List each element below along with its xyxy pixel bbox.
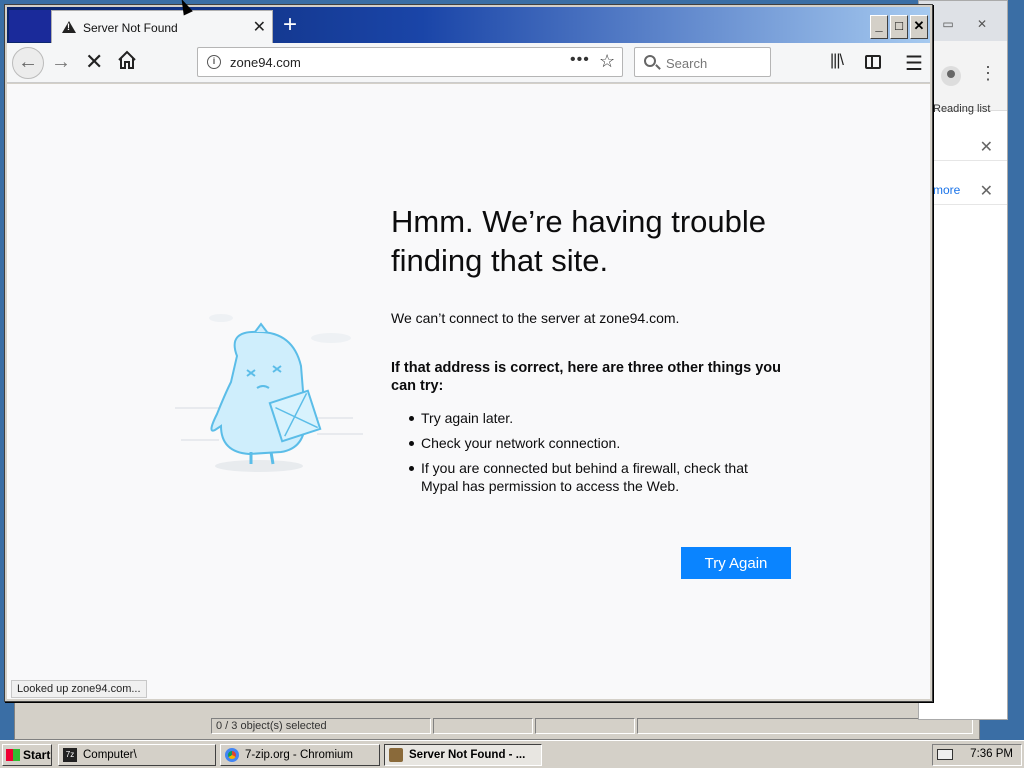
search-input[interactable]: Search	[634, 47, 771, 77]
caption-buttons: _ □ ✕	[870, 15, 928, 39]
close-icon[interactable]: ✕	[980, 137, 993, 157]
taskbar-button-computer[interactable]: 7z Computer\	[58, 744, 216, 766]
forward-arrow-icon[interactable]: →	[51, 51, 71, 74]
keyboard-icon[interactable]	[937, 749, 953, 760]
list-item: Try again later.	[407, 409, 787, 427]
info-icon[interactable]: i	[207, 55, 221, 69]
taskbar-button-label: Computer\	[83, 749, 137, 761]
error-title: Hmm. We’re having trouble finding that s…	[391, 204, 767, 278]
chromium-panel-row: more ✕	[933, 175, 1007, 205]
search-icon	[644, 55, 656, 67]
explorer-status-pane	[433, 718, 533, 734]
reading-list-label[interactable]: Reading list	[933, 103, 990, 115]
close-icon[interactable]: ✕	[980, 181, 993, 201]
taskbar-button-chromium[interactable]: 7-zip.org - Chromium	[220, 744, 380, 766]
new-tab-plus-icon[interactable]: +	[283, 11, 297, 39]
tab-close-icon[interactable]: ✕	[253, 17, 266, 37]
start-button[interactable]: Start	[2, 744, 52, 766]
app-icon	[9, 10, 51, 42]
system-tray: 7:36 PM	[932, 744, 1022, 766]
minimize-button[interactable]: _	[870, 15, 888, 39]
stop-icon[interactable]: ✕	[85, 49, 103, 75]
navigation-toolbar: ← → ✕ i zone94.com ••• ☆ Search |||\ ☰	[7, 43, 930, 83]
list-item: If you are connected but behind a firewa…	[407, 459, 787, 495]
status-panel: Looked up zone94.com...	[11, 680, 147, 698]
home-icon[interactable]	[117, 50, 137, 70]
warning-icon	[62, 21, 76, 33]
profile-avatar-icon[interactable]	[941, 66, 961, 86]
close-button[interactable]: ✕	[910, 15, 928, 39]
chromium-icon	[225, 748, 239, 762]
page-actions-icon[interactable]: •••	[570, 51, 590, 69]
suggestion-list: Try again later. Check your network conn…	[407, 409, 787, 502]
explorer-statusbar: 0 / 3 object(s) selected	[211, 718, 975, 736]
clock[interactable]: 7:36 PM	[970, 748, 1013, 760]
7zip-icon: 7z	[63, 748, 77, 762]
error-message: We can’t connect to the server at zone94…	[391, 310, 680, 326]
maximize-button[interactable]: □	[890, 15, 908, 39]
library-icon[interactable]: |||\	[830, 52, 844, 70]
url-text[interactable]: zone94.com	[230, 55, 301, 70]
url-bar[interactable]: i zone94.com ••• ☆	[197, 47, 623, 77]
hamburger-menu-icon[interactable]: ☰	[905, 51, 923, 76]
kebab-menu-icon[interactable]: ⋮	[979, 63, 997, 84]
restore-icon[interactable]: ▭	[939, 17, 957, 31]
error-subtitle: If that address is correct, here are thr…	[391, 360, 781, 394]
taskbar-button-label: Server Not Found - ...	[409, 749, 526, 761]
explorer-status-pane	[637, 718, 973, 734]
try-again-button[interactable]: Try Again	[681, 547, 791, 579]
chromium-panel-row: ✕	[933, 131, 1007, 161]
browser-titlebar[interactable]: Server Not Found ✕ + _ □ ✕	[7, 7, 930, 43]
search-placeholder: Search	[666, 56, 708, 71]
taskbar-button-label: 7-zip.org - Chromium	[245, 749, 353, 761]
mypal-icon	[389, 748, 403, 762]
list-item: Check your network connection.	[407, 434, 787, 452]
back-arrow-icon[interactable]: ←	[12, 47, 44, 79]
close-icon[interactable]: ✕	[973, 17, 991, 31]
taskbar-button-mypal[interactable]: Server Not Found - ...	[384, 744, 542, 766]
page-content: Hmm. We’re having trouble finding that s…	[7, 84, 930, 699]
explorer-status-pane	[535, 718, 635, 734]
bookmark-star-icon[interactable]: ☆	[599, 51, 615, 72]
windows-logo-icon	[6, 749, 20, 761]
taskbar: Start 7z Computer\ 7-zip.org - Chromium …	[0, 740, 1024, 768]
start-label: Start	[23, 748, 51, 762]
dinosaur-illustration	[175, 314, 363, 472]
explorer-status-selection: 0 / 3 object(s) selected	[211, 718, 431, 734]
tab-title: Server Not Found	[83, 21, 178, 35]
browser-window: Server Not Found ✕ + _ □ ✕ ← → ✕ i zone9…	[4, 4, 933, 702]
more-link[interactable]: more	[933, 183, 960, 197]
tab-server-not-found[interactable]: Server Not Found ✕	[51, 10, 273, 43]
sidebar-icon[interactable]	[865, 55, 881, 69]
